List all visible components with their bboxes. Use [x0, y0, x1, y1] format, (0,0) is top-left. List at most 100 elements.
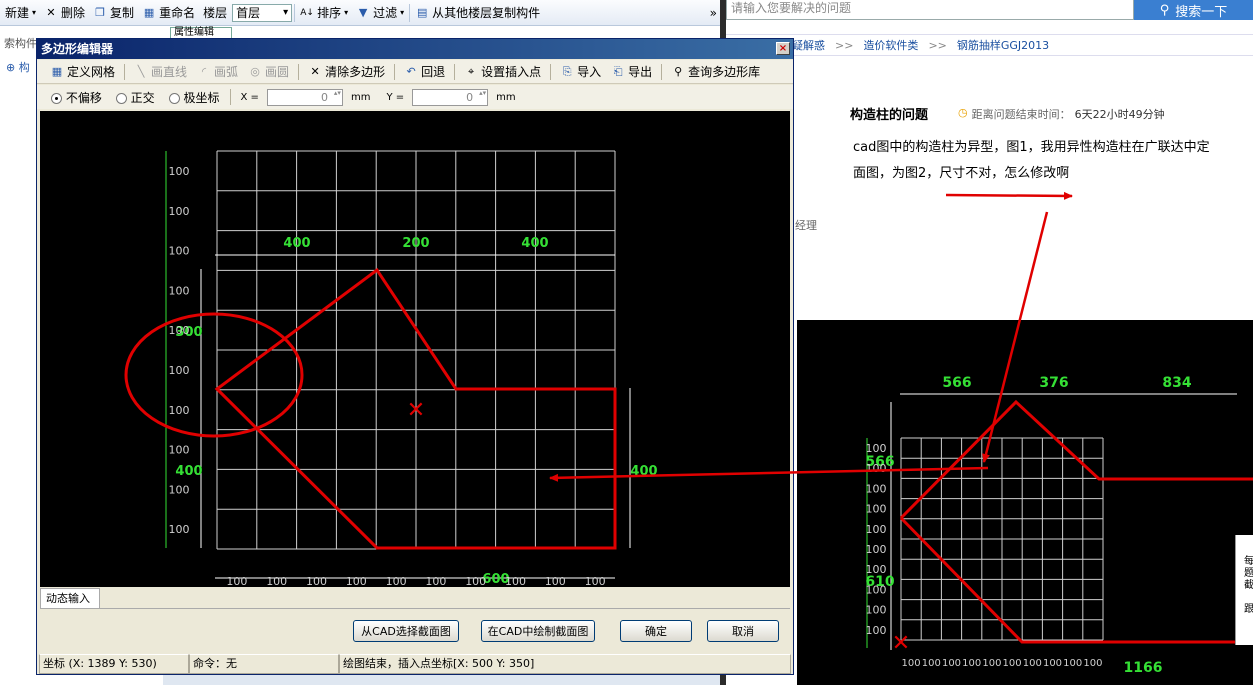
dimension-lines — [866, 393, 1237, 650]
clear-icon: ✕ — [310, 64, 320, 78]
tick-label: 100 — [1083, 658, 1102, 669]
y-unit: mm — [496, 91, 516, 103]
search-input[interactable]: 请输入您要解决的问题 — [726, 0, 1134, 20]
separator — [298, 63, 300, 80]
left-tick-labels: 100 100 100 100 100 100 100 100 100 100 — [169, 165, 190, 536]
define-grid-button[interactable]: ▦ 定义网格 — [47, 63, 118, 80]
search-button[interactable]: ⚲ 搜索一下 — [1134, 0, 1253, 20]
tick-label: 100 — [169, 324, 190, 337]
breadcrumb: 疑解惑 >> 造价软件类 >> 钢筋抽样GGJ2013 — [726, 34, 1253, 56]
tick-label: 100 — [585, 575, 606, 587]
x-label: X = — [240, 91, 259, 103]
radio-dot — [115, 92, 127, 104]
cancel-button[interactable]: 取消 — [707, 620, 779, 642]
tick-label: 100 — [169, 245, 190, 258]
query-library-button[interactable]: ⚲ 查询多边形库 — [668, 63, 763, 80]
breadcrumb-item[interactable]: 疑解惑 — [792, 37, 825, 53]
filter-icon: ▼ — [358, 5, 368, 19]
copy-button[interactable]: ❐ 复制 — [90, 2, 137, 24]
side-panel: 每 题 截 跟 — [1235, 535, 1253, 645]
dim-label: 834 — [1162, 375, 1191, 391]
search-component-label: 索构件 — [4, 37, 37, 50]
toolbar-overflow-button[interactable]: » — [707, 2, 720, 24]
tick-label: 100 — [1043, 658, 1062, 669]
tick-label: 100 — [169, 205, 190, 218]
draw-arc-button[interactable]: ◜ 画弧 — [194, 63, 241, 80]
separator — [661, 63, 663, 80]
new-button[interactable]: 新建 ▾ — [2, 2, 39, 24]
tree-folder-icon: ⊕ — [6, 61, 16, 74]
tree-root[interactable]: ⊕ 构 — [6, 59, 30, 75]
floor-select[interactable]: 首层 — [232, 3, 293, 22]
tick-label: 100 — [169, 523, 190, 536]
arc-icon: ◜ — [201, 64, 207, 78]
tick-label: 100 — [169, 364, 190, 377]
circle-icon: ◎ — [250, 64, 260, 78]
options-bar: 不偏移 正交 极坐标 X = 0 mm Y = 0 mm — [37, 85, 793, 109]
grid — [900, 437, 1104, 641]
draw-in-cad-button[interactable]: 在CAD中绘制截面图 — [481, 620, 595, 642]
copy-from-floor-button[interactable]: ▤ 从其他楼层复制构件 — [412, 2, 543, 24]
dropdown-arrow-icon: ▾ — [344, 8, 349, 17]
y-label: Y = — [386, 91, 405, 103]
import-button[interactable]: ⎘ 导入 — [557, 63, 604, 80]
side-char: 跟 — [1244, 604, 1253, 615]
no-offset-radio[interactable]: 不偏移 — [51, 89, 102, 106]
clock-icon: ◷ — [958, 106, 968, 119]
dim-label: 566 — [942, 375, 971, 391]
tick-label: 100 — [1063, 658, 1082, 669]
tick-label: 100 — [866, 442, 887, 455]
copy-floor-icon: ▤ — [416, 5, 428, 19]
ortho-radio[interactable]: 正交 — [115, 89, 155, 106]
polygon-outline — [899, 516, 1253, 644]
undo-button[interactable]: ↶ 回退 — [401, 63, 448, 80]
sort-icon: A↓ — [300, 7, 314, 18]
tick-label: 100 — [902, 658, 921, 669]
clear-polygon-button[interactable]: ✕ 清除多边形 — [305, 63, 388, 80]
tick-label: 100 — [169, 404, 190, 417]
export-button[interactable]: ⎗ 导出 — [608, 63, 655, 80]
dynamic-input-tab[interactable]: 动态输入 — [40, 588, 100, 608]
cad-drawing: 566 376 834 566 610 1166 100100100100100… — [865, 375, 1253, 676]
tick-label: 100 — [1003, 658, 1022, 669]
close-button[interactable]: × — [776, 42, 790, 55]
breadcrumb-item[interactable]: 造价软件类 — [863, 37, 918, 53]
status-coords: 坐标 (X: 1389 Y: 530) — [39, 654, 189, 674]
tick-label: 100 — [346, 575, 367, 587]
sort-button[interactable]: A↓ 排序 ▾ — [297, 2, 351, 24]
dim-label: 400 — [283, 236, 310, 251]
rename-button[interactable]: ▦ 重命名 — [139, 2, 198, 24]
set-insert-point-button[interactable]: ⌖ 设置插入点 — [461, 63, 544, 80]
question-timer: ◷ 距离问题结束时间： 6天22小时49分钟 — [958, 106, 1165, 122]
filter-button[interactable]: ▼ 过滤 ▾ — [353, 2, 407, 24]
tick-label: 100 — [169, 165, 190, 178]
separator — [409, 3, 411, 22]
x-input[interactable]: 0 — [266, 88, 343, 106]
tick-label: 100 — [866, 482, 887, 495]
dialog-toolbar: ▦ 定义网格 ╲ 画直线 ◜ 画弧 ◎ 画圆 ✕ 清除多边形 ↶ 回退 ⌖ 设置插入点 ⎘ 导入… — [37, 60, 793, 84]
draw-line-button[interactable]: ╲ 画直线 — [131, 63, 190, 80]
breadcrumb-separator: >> — [928, 38, 947, 52]
search-icon: ⚲ — [1159, 2, 1170, 18]
tick-label: 100 — [922, 658, 941, 669]
select-from-cad-button[interactable]: 从CAD选择截面图 — [353, 620, 459, 642]
drawing-canvas[interactable]: 400 200 400 300 400 400 600 100 100 100 100… — [40, 111, 790, 587]
tick-label: 100 — [866, 583, 887, 596]
question-line: cad图中的构造柱为异型，图1，我用异性构造柱在广联达中定 — [853, 140, 1210, 155]
y-input[interactable]: 0 — [412, 88, 489, 106]
polygon-editor-dialog: 多边形编辑器 × ▦ 定义网格 ╲ 画直线 ◜ 画弧 ◎ 画圆 ✕ 清除多边形 ↶ 回退 ⌖… — [36, 38, 794, 675]
grid — [216, 150, 616, 550]
separator — [394, 63, 396, 80]
tick-label: 100 — [866, 523, 887, 536]
delete-button[interactable]: ✕ 删除 — [41, 2, 88, 24]
polar-radio[interactable]: 极坐标 — [168, 89, 220, 106]
tick-label: 100 — [962, 658, 981, 669]
question-title: 构造柱的问题 — [850, 108, 929, 123]
dim-label: 400 — [521, 236, 548, 251]
manager-label: 经理 — [795, 219, 817, 232]
tick-label: 100 — [942, 658, 961, 669]
tick-label: 100 — [425, 575, 446, 587]
ok-button[interactable]: 确定 — [620, 620, 692, 642]
draw-circle-button[interactable]: ◎ 画圆 — [245, 63, 292, 80]
breadcrumb-item[interactable]: 钢筋抽样GGJ2013 — [957, 37, 1049, 53]
